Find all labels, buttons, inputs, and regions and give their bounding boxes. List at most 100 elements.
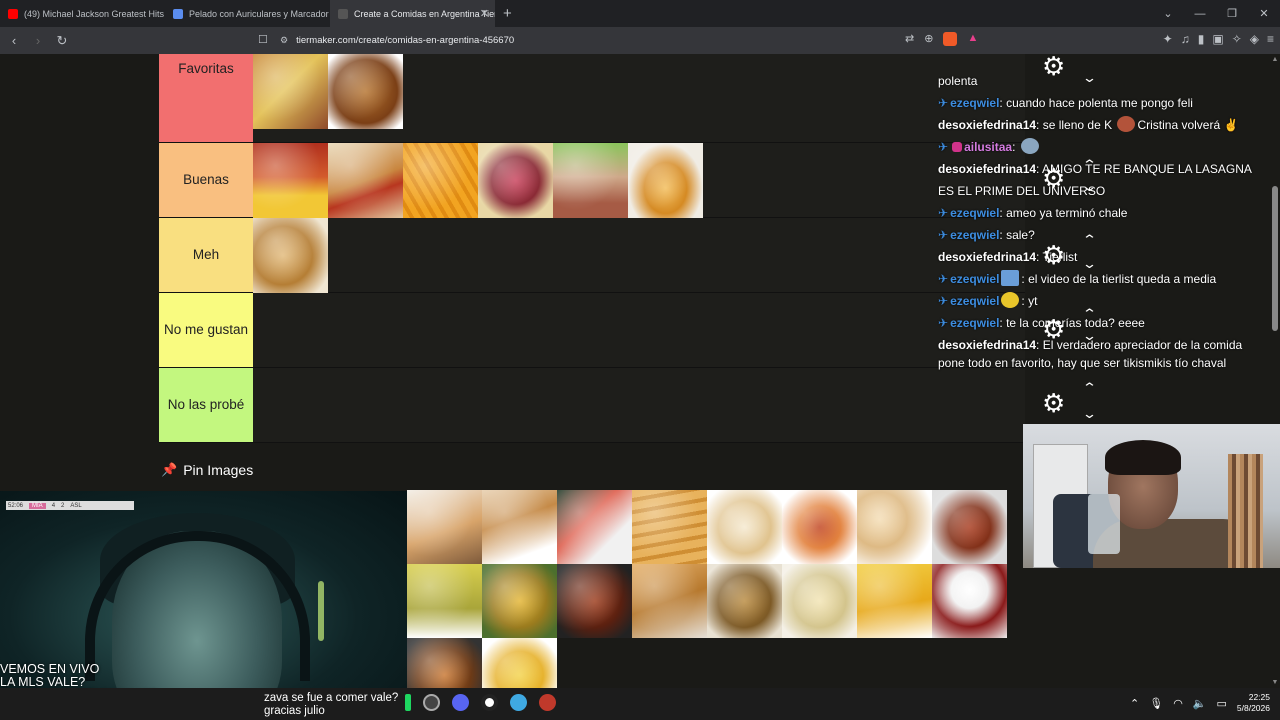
food-albondigas[interactable] [557, 564, 632, 638]
tier-items[interactable] [253, 293, 1025, 367]
food-polenta[interactable] [253, 143, 328, 218]
volume-icon[interactable]: 🔈 [1193, 697, 1207, 710]
food-medialunas[interactable] [253, 218, 328, 293]
battery-icon[interactable]: ▭ [1217, 697, 1227, 710]
food-asado[interactable] [407, 638, 482, 688]
food-matambre[interactable] [553, 143, 628, 218]
forward-icon[interactable]: › [28, 33, 48, 48]
chevron-down-icon[interactable]: ⌄ [1082, 328, 1097, 344]
back-icon[interactable]: ‹ [4, 33, 24, 48]
vpn-icon[interactable]: ◈ [1250, 32, 1259, 46]
tier-label[interactable]: Buenas [159, 143, 253, 217]
control-group: ⌃ ⚙ ⌄ [1036, 232, 1110, 292]
tier-label[interactable]: Meh [159, 218, 253, 292]
reload-icon[interactable]: ↻ [52, 33, 72, 49]
food-picada[interactable] [478, 143, 553, 218]
chevron-down-icon[interactable]: ⌄ [1082, 179, 1097, 195]
food-chicken[interactable] [328, 54, 403, 129]
food-panqueques[interactable] [632, 490, 707, 564]
food-locro[interactable] [932, 490, 1007, 564]
taskbar-apps [405, 694, 556, 711]
tier-label[interactable]: No me gustan [159, 293, 253, 367]
food-omelette[interactable] [857, 564, 932, 638]
translate-icon[interactable]: ⇄ [905, 32, 914, 46]
address-bar[interactable]: ⚙ tiermaker.com/create/comidas-en-argent… [280, 30, 1000, 51]
brave-shields-icon[interactable] [943, 32, 958, 46]
food-postre[interactable] [932, 564, 1007, 638]
chevron-up-icon[interactable]: ⌃ [1082, 380, 1097, 396]
extensions-icon[interactable]: ✦ [1163, 32, 1173, 46]
site-info-icon[interactable]: ⚙ [280, 35, 288, 46]
scroll-up-icon[interactable]: ▲ [1270, 56, 1280, 63]
browser-icon[interactable] [510, 694, 527, 711]
food-sopa[interactable] [482, 638, 557, 688]
food-tortilla[interactable] [482, 564, 557, 638]
clock[interactable]: 22:25 5/8/2026 [1237, 692, 1270, 714]
page-scrollbar[interactable]: ▲ ▼ [1270, 54, 1280, 688]
tab-list-icon[interactable]: ⌄ [1152, 7, 1184, 20]
leo-icon[interactable]: ✧ [1232, 32, 1242, 46]
food-ravioles[interactable] [707, 490, 782, 564]
tab-gemini[interactable]: Pelado con Auriculares y Marcador [165, 0, 330, 27]
discord-icon[interactable] [452, 694, 469, 711]
food-sushi[interactable] [557, 490, 632, 564]
chevron-down-icon[interactable]: ⌄ [1082, 406, 1097, 422]
food-churros[interactable] [482, 490, 557, 564]
food-milanesa[interactable] [707, 564, 782, 638]
gear-icon[interactable]: ⚙ [1042, 388, 1065, 419]
tier-items[interactable] [253, 218, 1025, 293]
food-pancho[interactable] [328, 143, 403, 218]
obs-icon[interactable] [423, 694, 440, 711]
chevron-up-icon[interactable]: ⌃ [1082, 232, 1097, 248]
tier-items[interactable] [253, 143, 1025, 218]
food-tacos[interactable] [253, 54, 328, 129]
tier-items[interactable] [253, 368, 1025, 442]
food-flan[interactable] [628, 143, 703, 218]
food-guiso[interactable] [782, 490, 857, 564]
menu-icon[interactable]: ≡ [1267, 32, 1274, 46]
zoom-icon[interactable]: ⊕ [924, 32, 933, 46]
tier-items[interactable] [253, 54, 1025, 142]
gear-icon[interactable]: ⚙ [1042, 314, 1065, 345]
pin-images-toggle[interactable]: 📌 Pin Images [161, 462, 253, 478]
maximize-icon[interactable]: ❐ [1216, 7, 1248, 20]
chevron-up-icon[interactable]: ⌃ [1082, 157, 1097, 173]
gear-icon[interactable]: ⚙ [1042, 163, 1065, 194]
food-noquis[interactable] [782, 564, 857, 638]
bookmark-icon[interactable]: ☐ [258, 33, 268, 46]
food-humita[interactable] [407, 564, 482, 638]
webcam-left: 52:06 MIA 4 2 ASL VEMOS EN VIVO LA MLS V… [0, 491, 407, 720]
chevron-down-icon[interactable]: ⌄ [1082, 256, 1097, 272]
minimize-icon[interactable]: — [1184, 8, 1216, 20]
wifi-icon[interactable]: ◠ [1173, 697, 1183, 710]
tier-label[interactable]: Favoritas [159, 54, 253, 142]
tray-expand-icon[interactable]: ⌃ [1130, 697, 1139, 710]
scroll-down-icon[interactable]: ▼ [1270, 679, 1280, 686]
food-chipa[interactable] [857, 490, 932, 564]
tab-title: Pelado con Auriculares y Marcador [189, 8, 329, 19]
sidebar-icon[interactable]: ▮ [1198, 32, 1205, 46]
rewards-icon[interactable]: ▲ [967, 32, 978, 46]
tab-tiermaker[interactable]: Create a Comidas en Argentina Tier List … [330, 0, 495, 27]
food-empanadas[interactable] [632, 564, 707, 638]
app-icon[interactable] [405, 694, 411, 711]
media-icon[interactable]: ♫ [1181, 32, 1190, 46]
scrollbar-thumb[interactable] [1272, 186, 1278, 331]
wallet-icon[interactable]: ▣ [1212, 32, 1223, 46]
microphone-icon[interactable]: 🎙 [1149, 697, 1163, 710]
gear-icon[interactable]: ⚙ [1042, 54, 1065, 82]
food-papas-fritas[interactable] [403, 143, 478, 218]
pin-badge-icon: ✈ [938, 272, 949, 286]
app-red-icon[interactable] [539, 694, 556, 711]
tab-youtube[interactable]: (49) Michael Jackson Greatest Hits [0, 0, 165, 27]
chevron-up-icon[interactable]: ⌃ [1082, 306, 1097, 322]
badge-icon [952, 142, 963, 152]
close-tab-icon[interactable]: ✕ [480, 7, 489, 20]
food-alfajor[interactable] [407, 490, 482, 564]
tier-label[interactable]: No las probé [159, 368, 253, 442]
new-tab-icon[interactable]: + [503, 5, 512, 22]
chevron-down-icon[interactable]: ⌄ [1082, 70, 1097, 86]
gear-icon[interactable]: ⚙ [1042, 240, 1065, 271]
webcam-app-icon[interactable] [481, 694, 498, 711]
close-window-icon[interactable]: ✕ [1248, 7, 1280, 20]
